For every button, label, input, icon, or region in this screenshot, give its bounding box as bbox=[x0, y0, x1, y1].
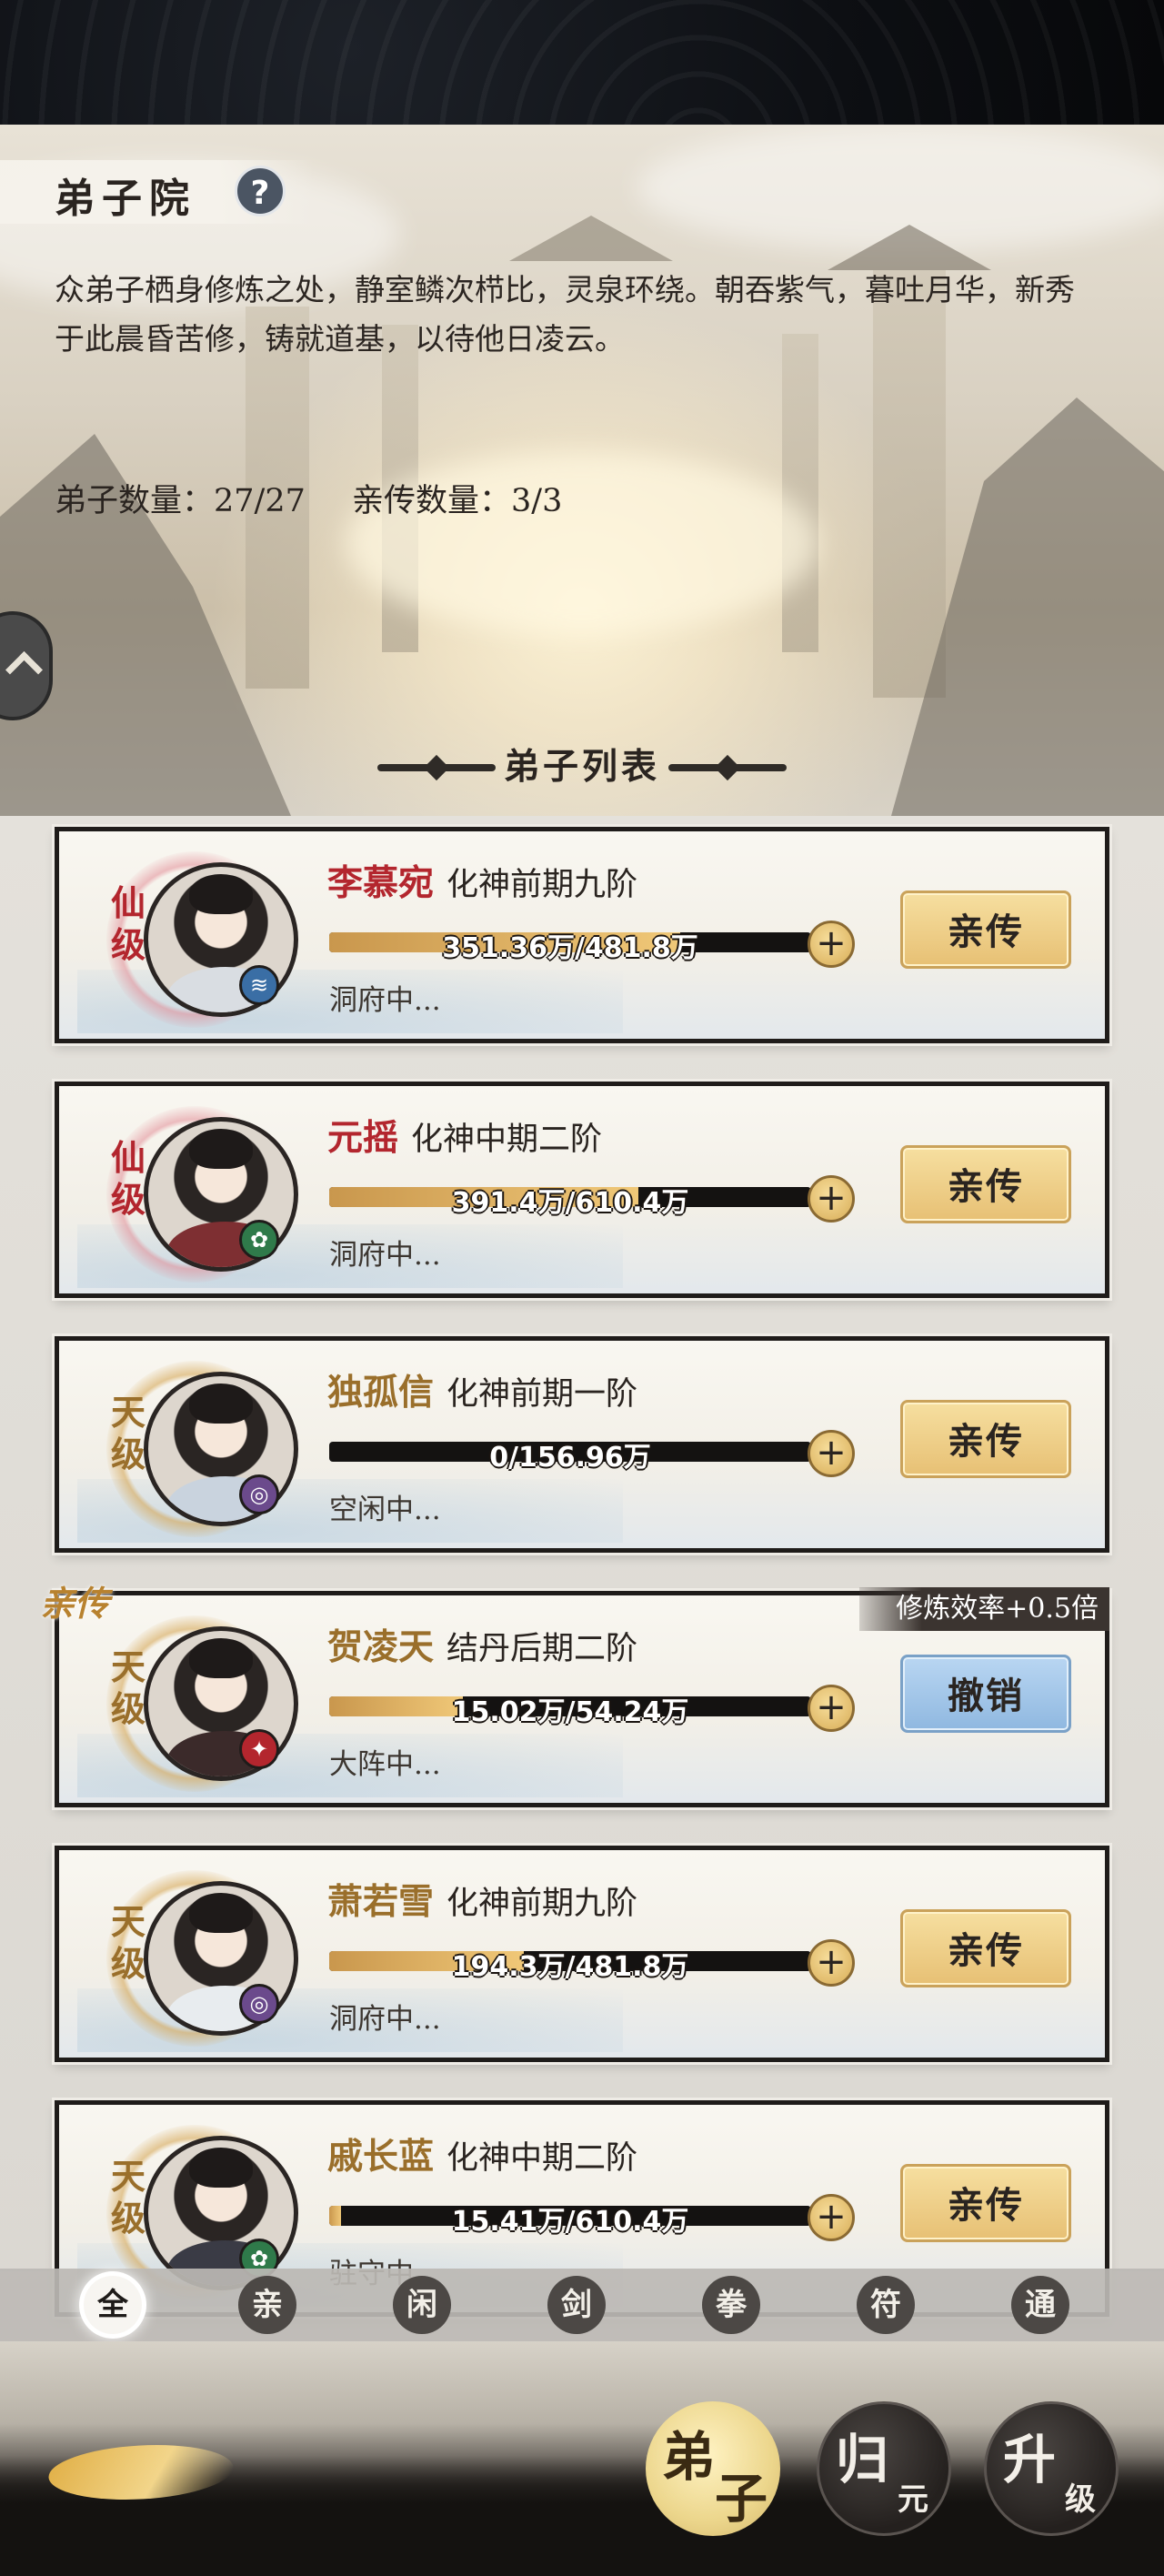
rank-label: 仙级 bbox=[110, 882, 146, 965]
add-cultivation-button[interactable]: + bbox=[808, 921, 855, 968]
fire-element-icon: ✦ bbox=[239, 1729, 279, 1769]
wind-element-icon: ◎ bbox=[239, 1474, 279, 1514]
direct-disciple-ribbon: 亲传 bbox=[40, 1583, 110, 1624]
nav-upgrade-char1: 升 bbox=[1003, 2429, 1057, 2490]
disciple-name-row: 独孤信 化神前期一阶 bbox=[327, 1364, 637, 1415]
nav-return-button[interactable]: 归 元 bbox=[817, 2401, 951, 2536]
filter-tab[interactable]: 闲 bbox=[393, 2276, 451, 2334]
nav-return-char1: 归 bbox=[836, 2429, 889, 2490]
appoint-direct-button[interactable]: 亲传 bbox=[900, 1909, 1071, 1987]
help-icon[interactable]: ? bbox=[235, 166, 286, 216]
disciple-card[interactable]: 天级 ◎ 独孤信 化神前期一阶 0/156.96万 + 空闲中... 亲传 bbox=[55, 1336, 1109, 1553]
disciple-status: 空闲中... bbox=[329, 1494, 441, 1526]
water-element-icon: ≋ bbox=[239, 965, 279, 1005]
add-cultivation-button[interactable]: + bbox=[808, 2194, 855, 2241]
disciple-name-row: 李慕宛 化神前期九阶 bbox=[327, 855, 637, 906]
nav-upgrade-char2: 级 bbox=[1065, 2481, 1096, 2518]
hero-background bbox=[0, 125, 1164, 816]
disciple-status: 洞府中... bbox=[329, 2003, 441, 2036]
disciple-card[interactable]: 仙级 ≋ 李慕宛 化神前期九阶 351.36万/481.8万 + 洞府中... 亲… bbox=[55, 827, 1109, 1043]
page-title: 弟子院 bbox=[55, 176, 196, 222]
disciple-name: 贺凌天 bbox=[327, 1626, 435, 1668]
disciple-realm: 结丹后期二阶 bbox=[447, 1631, 638, 1667]
rank-label: 天级 bbox=[110, 2156, 146, 2239]
side-collapse-button[interactable] bbox=[0, 611, 53, 720]
nav-upgrade-button[interactable]: 升 级 bbox=[984, 2401, 1119, 2536]
disciple-name-row: 贺凌天 结丹后期二阶 bbox=[327, 1619, 637, 1670]
rank-label: 天级 bbox=[110, 1646, 146, 1729]
description: 众弟子栖身修炼之处，静室鳞次栉比，灵泉环绕。朝吞紫气，暮吐月华，新秀于此晨昏苦修… bbox=[55, 272, 1075, 357]
appoint-direct-button[interactable]: 亲传 bbox=[900, 1145, 1071, 1223]
disciple-count: 弟子数量：27/27 bbox=[55, 483, 306, 519]
filter-tab[interactable]: 剑 bbox=[547, 2276, 606, 2334]
direct-count: 亲传数量：3/3 bbox=[352, 483, 563, 519]
add-cultivation-button[interactable]: + bbox=[808, 1175, 855, 1223]
appoint-direct-button[interactable]: 亲传 bbox=[900, 891, 1071, 969]
add-cultivation-button[interactable]: + bbox=[808, 1430, 855, 1477]
cultivation-rate-tag: 修炼效率+0.5倍 bbox=[859, 1587, 1109, 1631]
disciple-status: 大阵中... bbox=[329, 1748, 441, 1781]
filter-tab[interactable]: 通 bbox=[1011, 2276, 1069, 2334]
disciple-name: 李慕宛 bbox=[327, 862, 435, 904]
add-cultivation-button[interactable]: + bbox=[808, 1685, 855, 1732]
progress-text: 15.02万/54.24万 bbox=[451, 1696, 689, 1728]
filter-bar: 全亲闲剑拳符通 bbox=[0, 2269, 1164, 2341]
disciple-name-row: 戚长蓝 化神中期二阶 bbox=[327, 2128, 637, 2179]
disciple-name-row: 元摇 化神中期二阶 bbox=[327, 1110, 602, 1161]
filter-tab[interactable]: 符 bbox=[857, 2276, 915, 2334]
disciple-name: 萧若雪 bbox=[327, 1881, 435, 1923]
nav-disciple-char1: 弟 bbox=[662, 2426, 716, 2488]
list-header: 弟子列表 bbox=[0, 739, 1164, 797]
disciple-realm: 化神前期九阶 bbox=[447, 867, 638, 903]
disciple-realm: 化神中期二阶 bbox=[447, 2140, 638, 2177]
filter-tab[interactable]: 全 bbox=[84, 2276, 142, 2334]
disciple-name-row: 萧若雪 化神前期九阶 bbox=[327, 1874, 637, 1925]
filter-tab[interactable]: 拳 bbox=[702, 2276, 760, 2334]
rank-label: 天级 bbox=[110, 1392, 146, 1474]
disciple-status: 洞府中... bbox=[329, 984, 441, 1017]
list-title: 弟子列表 bbox=[503, 746, 660, 788]
disciple-card[interactable]: 天级 ◎ 萧若雪 化神前期九阶 194.3万/481.8万 + 洞府中... 亲传 bbox=[55, 1846, 1109, 2062]
progress-text: 15.41万/610.4万 bbox=[451, 2206, 689, 2238]
progress-text: 0/156.96万 bbox=[489, 1442, 651, 1474]
filter-tab[interactable]: 亲 bbox=[238, 2276, 296, 2334]
disciple-list[interactable]: 仙级 ≋ 李慕宛 化神前期九阶 351.36万/481.8万 + 洞府中... 亲… bbox=[0, 816, 1164, 2317]
disciple-realm: 化神前期九阶 bbox=[447, 1886, 638, 1922]
revoke-button[interactable]: 撤销 bbox=[900, 1655, 1071, 1733]
disciple-name: 元摇 bbox=[327, 1117, 399, 1159]
nav-return-char2: 元 bbox=[898, 2481, 928, 2518]
add-cultivation-button[interactable]: + bbox=[808, 1939, 855, 1987]
disciple-name: 戚长蓝 bbox=[327, 2136, 435, 2178]
appoint-direct-button[interactable]: 亲传 bbox=[900, 2164, 1071, 2242]
wind-element-icon: ◎ bbox=[239, 1984, 279, 2024]
wood-element-icon: ✿ bbox=[239, 1220, 279, 1260]
progress-text: 391.4万/610.4万 bbox=[451, 1187, 689, 1219]
disciple-realm: 化神前期一阶 bbox=[447, 1376, 638, 1413]
top-status-strip bbox=[0, 0, 1164, 125]
progress-text: 194.3万/481.8万 bbox=[451, 1951, 689, 1983]
progress-text: 351.36万/481.8万 bbox=[442, 932, 698, 964]
nav-disciple-button[interactable]: 弟 子 bbox=[646, 2401, 780, 2536]
disciple-name: 独孤信 bbox=[327, 1372, 435, 1414]
appoint-direct-button[interactable]: 亲传 bbox=[900, 1400, 1071, 1478]
disciple-status: 洞府中... bbox=[329, 1239, 441, 1272]
disciple-realm: 化神中期二阶 bbox=[411, 1122, 603, 1158]
rank-label: 天级 bbox=[110, 1901, 146, 1984]
counts-row: 弟子数量：27/27 亲传数量：3/3 bbox=[55, 475, 562, 521]
rank-label: 仙级 bbox=[110, 1137, 146, 1220]
disciple-card[interactable]: 仙级 ✿ 元摇 化神中期二阶 391.4万/610.4万 + 洞府中... 亲传 bbox=[55, 1082, 1109, 1298]
nav-disciple-char2: 子 bbox=[714, 2468, 768, 2530]
